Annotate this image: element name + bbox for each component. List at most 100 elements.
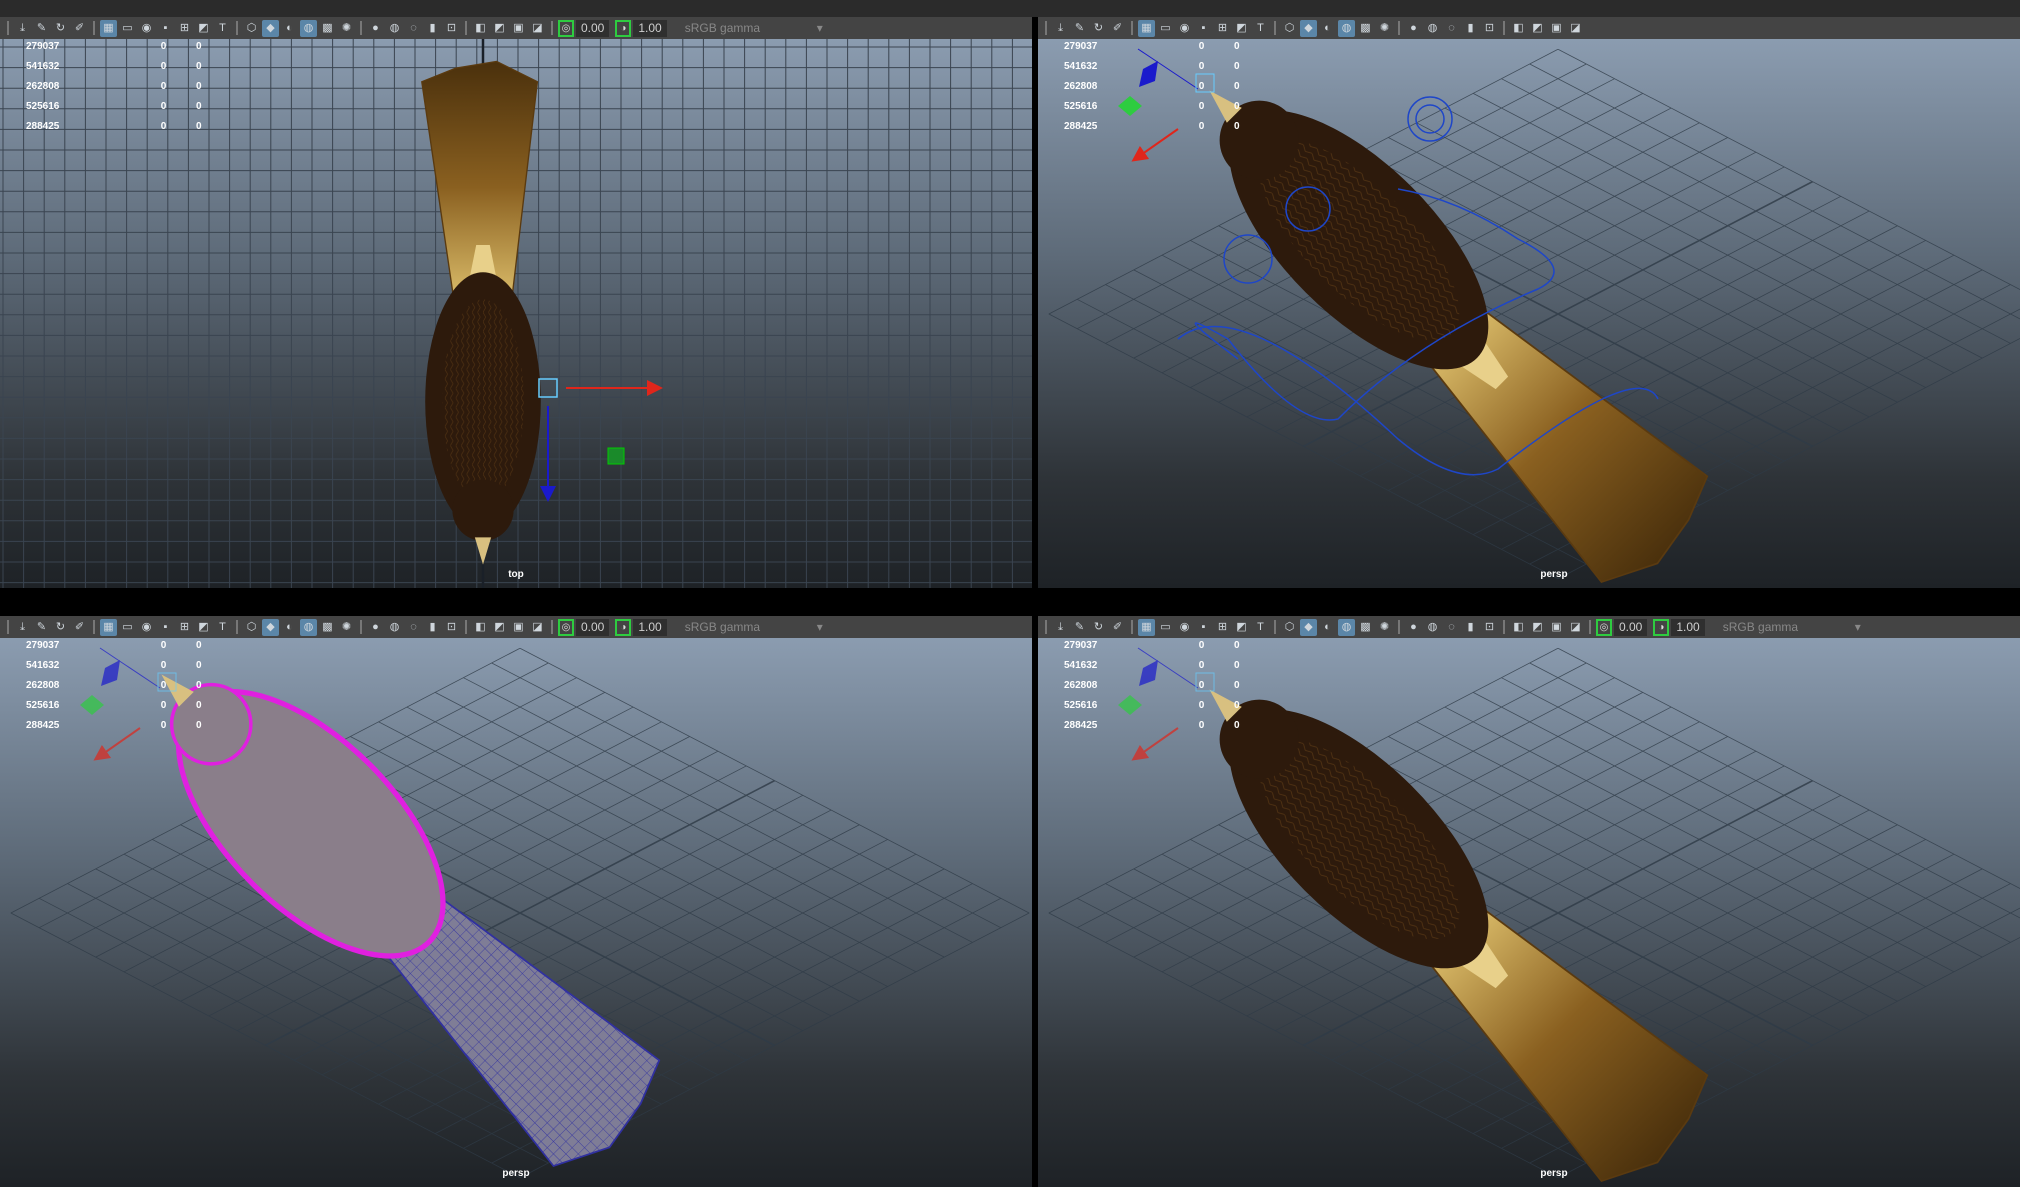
lights-icon[interactable]: ✺ [338, 619, 355, 636]
isolate-select-icon[interactable]: ◧ [1510, 619, 1527, 636]
safe-action-icon[interactable]: ◩ [1233, 619, 1250, 636]
shadows-icon[interactable]: ● [367, 619, 384, 636]
grid-icon[interactable]: ▦ [1138, 19, 1155, 37]
gamma-field[interactable]: 1.00 [1671, 618, 1705, 636]
smooth-shade-icon[interactable]: ◆ [1300, 618, 1317, 636]
safe-title-icon[interactable]: T [214, 20, 231, 37]
resolution-gate-icon[interactable]: ◉ [138, 20, 155, 37]
film-gate-icon[interactable]: ▭ [1157, 619, 1174, 636]
camera-attributes-icon[interactable]: ✎ [1071, 20, 1088, 37]
lights-icon[interactable]: ✺ [338, 20, 355, 37]
xray-components-icon[interactable]: ◪ [529, 20, 546, 37]
motion-blur-icon[interactable]: ◌ [1443, 619, 1460, 636]
anti-alias-icon[interactable]: ▮ [1462, 619, 1479, 636]
xray-components-icon[interactable]: ◪ [1567, 20, 1584, 37]
film-gate-icon[interactable]: ▭ [119, 619, 136, 636]
lights-icon[interactable]: ✺ [1376, 619, 1393, 636]
exposure-field[interactable]: 0.00 [576, 19, 610, 37]
isolate-select-icon[interactable]: ◧ [472, 20, 489, 37]
viewport[interactable]: 279037 0 0 541632 0 0 262808 0 0 525616 0 0 288425 0 0… [0, 39, 1032, 588]
film-gate-icon[interactable]: ▭ [1157, 20, 1174, 37]
xray-icon[interactable]: ◍ [300, 618, 317, 636]
screen-space-ao-icon[interactable]: ◍ [1424, 619, 1441, 636]
field-chart-icon[interactable]: ⊞ [1214, 619, 1231, 636]
colorspace-dropdown[interactable]: sRGB gamma ▾ [1711, 620, 1861, 634]
wireframe-on-shaded-icon[interactable]: ◐ [281, 619, 298, 636]
bookmark-icon[interactable]: ↻ [1090, 619, 1107, 636]
motion-blur-icon[interactable]: ◌ [405, 619, 422, 636]
smooth-shade-icon[interactable]: ◆ [1300, 19, 1317, 37]
xray-active-icon[interactable]: ◩ [491, 20, 508, 37]
gamma-icon[interactable]: ◑ [1653, 618, 1670, 636]
depth-of-field-icon[interactable]: ⊡ [1481, 619, 1498, 636]
grid-icon[interactable]: ▦ [100, 618, 117, 636]
colorspace-dropdown[interactable]: sRGB gamma ▾ [673, 620, 823, 634]
xray-active-icon[interactable]: ◩ [1529, 20, 1546, 37]
xray-joints-icon[interactable]: ▣ [1548, 20, 1565, 37]
texture-icon[interactable]: ▩ [319, 619, 336, 636]
gamma-icon[interactable]: ◑ [615, 618, 632, 636]
safe-title-icon[interactable]: T [1252, 20, 1269, 37]
gamma-field[interactable]: 1.00 [633, 19, 667, 37]
viewport[interactable]: 279037 0 0 541632 0 0 262808 0 0 525616 0 0 288425 0 0… [0, 638, 1032, 1187]
camera-attributes-icon[interactable]: ✎ [33, 619, 50, 636]
select-camera-icon[interactable]: ⤓ [14, 619, 31, 636]
safe-title-icon[interactable]: T [214, 619, 231, 636]
motion-blur-icon[interactable]: ◌ [405, 20, 422, 37]
anti-alias-icon[interactable]: ▮ [424, 20, 441, 37]
wireframe-icon[interactable]: ⬡ [1281, 20, 1298, 37]
wireframe-on-shaded-icon[interactable]: ◐ [1319, 20, 1336, 37]
exposure-field[interactable]: 0.00 [1614, 618, 1648, 636]
wireframe-icon[interactable]: ⬡ [1281, 619, 1298, 636]
xray-icon[interactable]: ◍ [1338, 618, 1355, 636]
image-plane-icon[interactable]: ✐ [71, 20, 88, 37]
shadows-icon[interactable]: ● [367, 20, 384, 37]
resolution-gate-icon[interactable]: ◉ [1176, 20, 1193, 37]
xray-joints-icon[interactable]: ▣ [510, 619, 527, 636]
texture-icon[interactable]: ▩ [319, 20, 336, 37]
shadows-icon[interactable]: ● [1405, 20, 1422, 37]
xray-icon[interactable]: ◍ [300, 19, 317, 37]
gate-mask-icon[interactable]: ▪ [157, 619, 174, 636]
select-camera-icon[interactable]: ⤓ [14, 20, 31, 37]
xray-components-icon[interactable]: ◪ [529, 619, 546, 636]
anti-alias-icon[interactable]: ▮ [1462, 20, 1479, 37]
shadows-icon[interactable]: ● [1405, 619, 1422, 636]
wireframe-on-shaded-icon[interactable]: ◐ [1319, 619, 1336, 636]
wireframe-icon[interactable]: ⬡ [243, 619, 260, 636]
lights-icon[interactable]: ✺ [1376, 20, 1393, 37]
exposure-icon[interactable]: ◎ [1596, 618, 1612, 636]
wireframe-icon[interactable]: ⬡ [243, 20, 260, 37]
exposure-icon[interactable]: ◎ [558, 618, 574, 636]
image-plane-icon[interactable]: ✐ [71, 619, 88, 636]
viewport[interactable]: 279037 0 0 541632 0 0 262808 0 0 525616 0 0 288425 0 0… [1038, 39, 2020, 588]
safe-action-icon[interactable]: ◩ [195, 20, 212, 37]
bookmark-icon[interactable]: ↻ [1090, 20, 1107, 37]
xray-icon[interactable]: ◍ [1338, 19, 1355, 37]
isolate-select-icon[interactable]: ◧ [472, 619, 489, 636]
smooth-shade-icon[interactable]: ◆ [262, 618, 279, 636]
camera-attributes-icon[interactable]: ✎ [33, 20, 50, 37]
gamma-field[interactable]: 1.00 [633, 618, 667, 636]
depth-of-field-icon[interactable]: ⊡ [443, 20, 460, 37]
move-manipulator[interactable] [538, 378, 663, 502]
viewport-panel-3[interactable]: ⤓ ✎ ↻ ✐ ▦ ▭ ◉ ▪ ⊞ ◩ T ⬡ ◆ ◐ ◍ ▩ ✺ ● ◍ ◌ ▮ ⊡ ◧ ◩ ▣ ◪ ◎ 0.00 ◑ 1.00 sRGB… [0, 616, 1032, 1187]
field-chart-icon[interactable]: ⊞ [176, 20, 193, 37]
safe-action-icon[interactable]: ◩ [195, 619, 212, 636]
field-chart-icon[interactable]: ⊞ [1214, 20, 1231, 37]
field-chart-icon[interactable]: ⊞ [176, 619, 193, 636]
motion-blur-icon[interactable]: ◌ [1443, 20, 1460, 37]
anti-alias-icon[interactable]: ▮ [424, 619, 441, 636]
resolution-gate-icon[interactable]: ◉ [138, 619, 155, 636]
bookmark-icon[interactable]: ↻ [52, 20, 69, 37]
xray-active-icon[interactable]: ◩ [491, 619, 508, 636]
gamma-icon[interactable]: ◑ [615, 19, 632, 37]
xray-joints-icon[interactable]: ▣ [1548, 619, 1565, 636]
depth-of-field-icon[interactable]: ⊡ [443, 619, 460, 636]
gate-mask-icon[interactable]: ▪ [1195, 20, 1212, 37]
xray-active-icon[interactable]: ◩ [1529, 619, 1546, 636]
image-plane-icon[interactable]: ✐ [1109, 619, 1126, 636]
screen-space-ao-icon[interactable]: ◍ [1424, 20, 1441, 37]
grid-icon[interactable]: ▦ [1138, 618, 1155, 636]
gate-mask-icon[interactable]: ▪ [1195, 619, 1212, 636]
